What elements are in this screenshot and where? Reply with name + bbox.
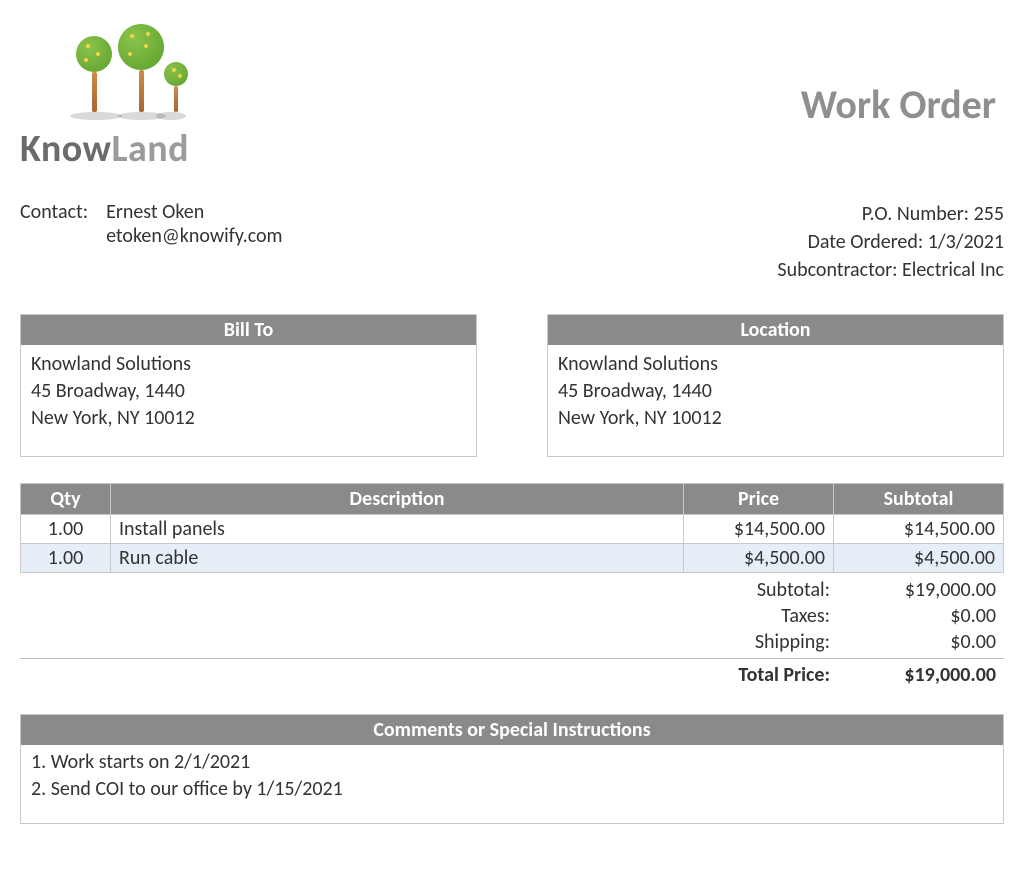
bill-to-box: Bill To Knowland Solutions 45 Broadway, … (20, 314, 477, 457)
document-title: Work Order (801, 80, 996, 129)
location-line: Knowland Solutions (558, 351, 993, 378)
info-row: Contact: Ernest Oken etoken@knowify.com … (20, 200, 1004, 284)
location-box: Location Knowland Solutions 45 Broadway,… (547, 314, 1004, 457)
comment-line: 2. Send COI to our office by 1/15/2021 (31, 776, 993, 803)
po-label: P.O. Number: (862, 202, 969, 226)
company-logo: KnowLand (20, 30, 189, 172)
cell-qty: 1.00 (21, 544, 111, 573)
contact-label: Contact: (20, 200, 88, 284)
table-row: 1.00 Run cable $4,500.00 $4,500.00 (21, 544, 1004, 573)
location-header: Location (548, 315, 1003, 345)
totals-block: Subtotal: $19,000.00 Taxes: $0.00 Shippi… (20, 577, 1004, 688)
bill-to-header: Bill To (21, 315, 476, 345)
location-line: 45 Broadway, 1440 (558, 378, 993, 405)
bill-to-line: New York, NY 10012 (31, 405, 466, 432)
address-boxes: Bill To Knowland Solutions 45 Broadway, … (20, 314, 1004, 457)
contact-name: Ernest Oken (106, 200, 282, 224)
cell-price: $4,500.00 (684, 544, 834, 573)
date-label: Date Ordered: (808, 230, 924, 254)
table-row: 1.00 Install panels $14,500.00 $14,500.0… (21, 515, 1004, 544)
subcontractor-label: Subcontractor: (777, 258, 897, 282)
brand-part2: Land (111, 126, 189, 172)
col-description: Description (111, 484, 684, 515)
order-meta: P.O. Number: 255 Date Ordered: 1/3/2021 … (777, 200, 1004, 284)
comments-box: Comments or Special Instructions 1. Work… (20, 714, 1004, 824)
col-subtotal: Subtotal (834, 484, 1004, 515)
comment-line: 1. Work starts on 2/1/2021 (31, 749, 993, 776)
brand-name: KnowLand (20, 126, 189, 172)
taxes-value: $0.00 (834, 604, 1004, 628)
document-header: KnowLand Work Order (20, 30, 1004, 172)
col-qty: Qty (21, 484, 111, 515)
trees-icon (68, 30, 188, 120)
po-value: 255 (974, 202, 1004, 226)
subtotal-label: Subtotal: (684, 578, 834, 602)
taxes-label: Taxes: (684, 604, 834, 628)
bill-to-line: 45 Broadway, 1440 (31, 378, 466, 405)
cell-qty: 1.00 (21, 515, 111, 544)
cell-desc: Run cable (111, 544, 684, 573)
comments-header: Comments or Special Instructions (21, 715, 1003, 745)
col-price: Price (684, 484, 834, 515)
cell-price: $14,500.00 (684, 515, 834, 544)
date-value: 1/3/2021 (928, 230, 1004, 254)
location-line: New York, NY 10012 (558, 405, 993, 432)
shipping-value: $0.00 (834, 630, 1004, 654)
shipping-label: Shipping: (684, 630, 834, 654)
subtotal-value: $19,000.00 (834, 578, 1004, 602)
cell-sub: $4,500.00 (834, 544, 1004, 573)
line-items-table: Qty Description Price Subtotal 1.00 Inst… (20, 483, 1004, 573)
contact-email: etoken@knowify.com (106, 224, 282, 248)
cell-desc: Install panels (111, 515, 684, 544)
brand-part1: Know (20, 126, 111, 172)
contact-block: Contact: Ernest Oken etoken@knowify.com (20, 200, 283, 284)
subcontractor-value: Electrical Inc (902, 258, 1004, 282)
total-label: Total Price: (684, 663, 834, 687)
total-value: $19,000.00 (834, 663, 1004, 687)
bill-to-line: Knowland Solutions (31, 351, 466, 378)
cell-sub: $14,500.00 (834, 515, 1004, 544)
